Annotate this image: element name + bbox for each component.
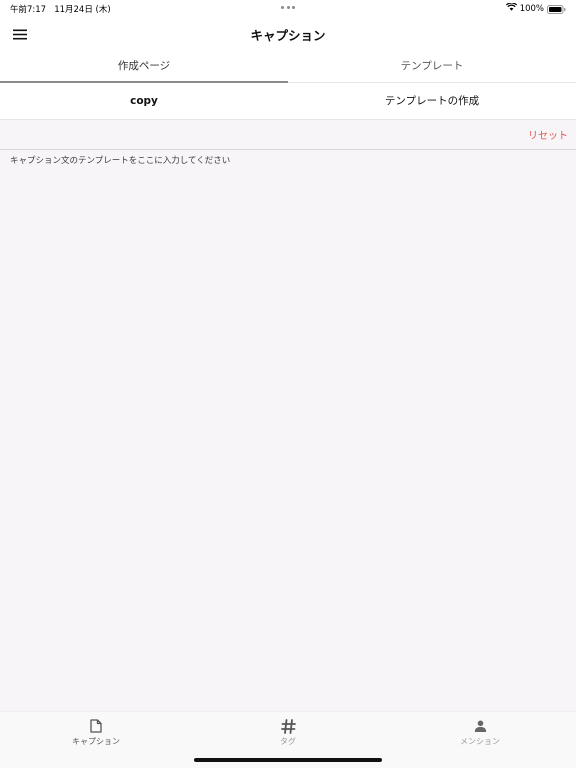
home-indicator[interactable] [194,758,382,762]
bottom-tab-mention-label: メンション [460,737,500,746]
wifi-icon [505,2,517,14]
tab-create-page[interactable]: 作成ページ [0,51,288,83]
reset-row: リセット [0,120,576,150]
person-icon [472,718,488,734]
bottom-tab-caption[interactable]: キャプション [0,712,192,768]
status-date: 11月24日 (木) [54,5,111,15]
battery-icon [547,4,566,14]
bottom-tab-mention[interactable]: メンション [384,712,576,768]
status-bar: 午前7:17 11月24日 (木) 100% [0,0,576,17]
app-screen: 午前7:17 11月24日 (木) 100% キャプション 作成ページ テンプレ… [0,0,576,768]
caption-text-input[interactable] [10,154,566,706]
tab-template[interactable]: テンプレート [288,51,576,82]
create-template-button[interactable]: テンプレートの作成 [288,83,576,119]
page-title: キャプション [250,28,326,43]
copy-button[interactable]: copy [0,83,288,119]
caption-editor [0,150,576,710]
status-clock: 午前7:17 [10,5,47,15]
document-icon [88,718,104,734]
action-row: copy テンプレートの作成 [0,83,576,120]
multitasking-dots-icon[interactable] [281,6,295,9]
top-tabs: 作成ページ テンプレート [0,51,576,83]
status-right: 100% [505,2,566,14]
bottom-tab-caption-label: キャプション [72,737,120,746]
bottom-tab-tag-label: タグ [280,737,296,746]
status-time: 午前7:17 11月24日 (木) [10,3,111,15]
reset-button[interactable]: リセット [528,127,568,142]
hashtag-icon [280,718,296,734]
battery-percent: 100% [519,3,544,14]
bottom-tab-bar: キャプション タグ メンション [0,711,576,768]
navigation-bar: キャプション [0,17,576,51]
